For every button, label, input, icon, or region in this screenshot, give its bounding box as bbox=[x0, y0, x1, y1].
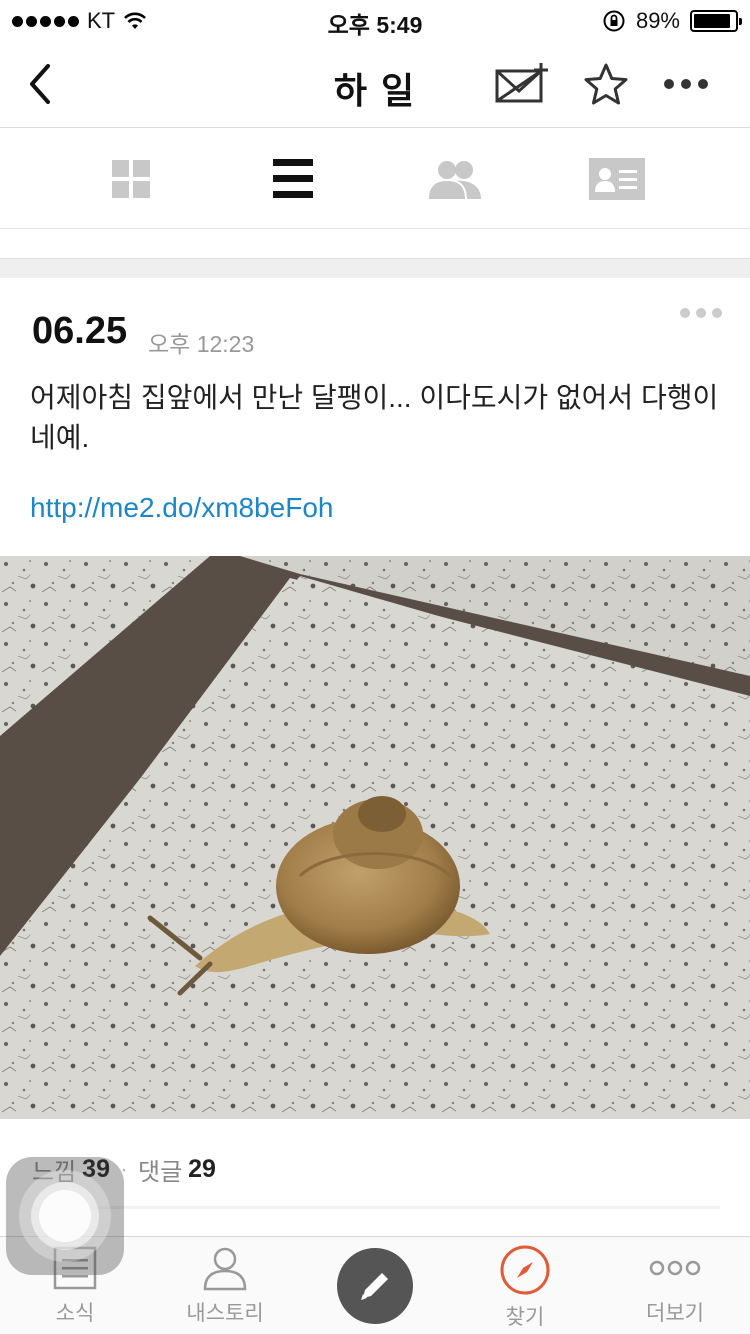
add-mail-icon bbox=[495, 63, 548, 103]
list-icon bbox=[273, 159, 313, 198]
more-button[interactable] bbox=[656, 58, 716, 110]
battery-fill bbox=[694, 14, 730, 28]
more-circles-icon bbox=[649, 1260, 701, 1276]
comments-label[interactable]: 댓글 bbox=[138, 1152, 182, 1187]
comments-count: 29 bbox=[188, 1155, 216, 1183]
section-gap bbox=[0, 258, 750, 278]
post-time: 오후 12:23 bbox=[148, 331, 255, 357]
battery-percent: 89% bbox=[635, 8, 680, 33]
tab-grid[interactable] bbox=[96, 153, 166, 205]
more-dot-icon bbox=[680, 308, 690, 318]
status-right: 89% bbox=[602, 8, 742, 34]
tab-friends[interactable] bbox=[420, 153, 490, 205]
more-dot-icon bbox=[696, 308, 706, 318]
tabbar-label-mystory: 내스토리 bbox=[186, 1302, 264, 1325]
tabbar-item-search[interactable]: 찾기 bbox=[460, 1245, 590, 1331]
person-icon bbox=[203, 1247, 247, 1291]
more-dot-icon bbox=[712, 308, 722, 318]
post-photo[interactable] bbox=[0, 556, 750, 1119]
status-bar: KT 오후 5:49 89% bbox=[0, 0, 750, 40]
more-horizontal-icon bbox=[664, 79, 708, 89]
compass-icon bbox=[500, 1245, 550, 1295]
profile-card-icon bbox=[589, 158, 645, 200]
nav-bar: 하 일 bbox=[0, 40, 750, 128]
snail-photo bbox=[0, 556, 750, 1119]
post-link[interactable]: http://me2.do/xm8beFoh bbox=[30, 492, 334, 524]
page-title: 하 일 bbox=[333, 70, 417, 111]
post-date: 06.25 bbox=[32, 310, 128, 352]
favorite-button[interactable] bbox=[576, 58, 636, 110]
post-more-button[interactable] bbox=[680, 308, 722, 318]
rotation-lock-icon bbox=[603, 10, 625, 32]
stats-divider bbox=[32, 1206, 720, 1209]
add-mail-button[interactable] bbox=[492, 58, 552, 110]
post-text: 어제아침 집앞에서 만난 달팽이... 이다도시가 없어서 다행이네예. bbox=[30, 382, 719, 453]
pencil-icon bbox=[361, 1273, 388, 1300]
write-button[interactable] bbox=[337, 1248, 413, 1324]
assistive-touch-button[interactable] bbox=[6, 1157, 124, 1275]
tabbar-label-more: 더보기 bbox=[646, 1302, 704, 1325]
tabbar-label-search: 찾기 bbox=[505, 1306, 545, 1329]
tab-list[interactable] bbox=[258, 153, 328, 205]
tabbar-label-news: 소식 bbox=[55, 1302, 95, 1325]
tabbar-item-mystory[interactable]: 내스토리 bbox=[160, 1245, 290, 1327]
tabbar-item-more[interactable]: 더보기 bbox=[610, 1245, 740, 1327]
tab-profile[interactable] bbox=[582, 153, 652, 205]
view-tabs bbox=[0, 129, 750, 229]
star-icon bbox=[584, 63, 628, 105]
battery-icon bbox=[690, 10, 742, 32]
grid-icon bbox=[112, 160, 150, 198]
friends-icon bbox=[429, 161, 481, 199]
